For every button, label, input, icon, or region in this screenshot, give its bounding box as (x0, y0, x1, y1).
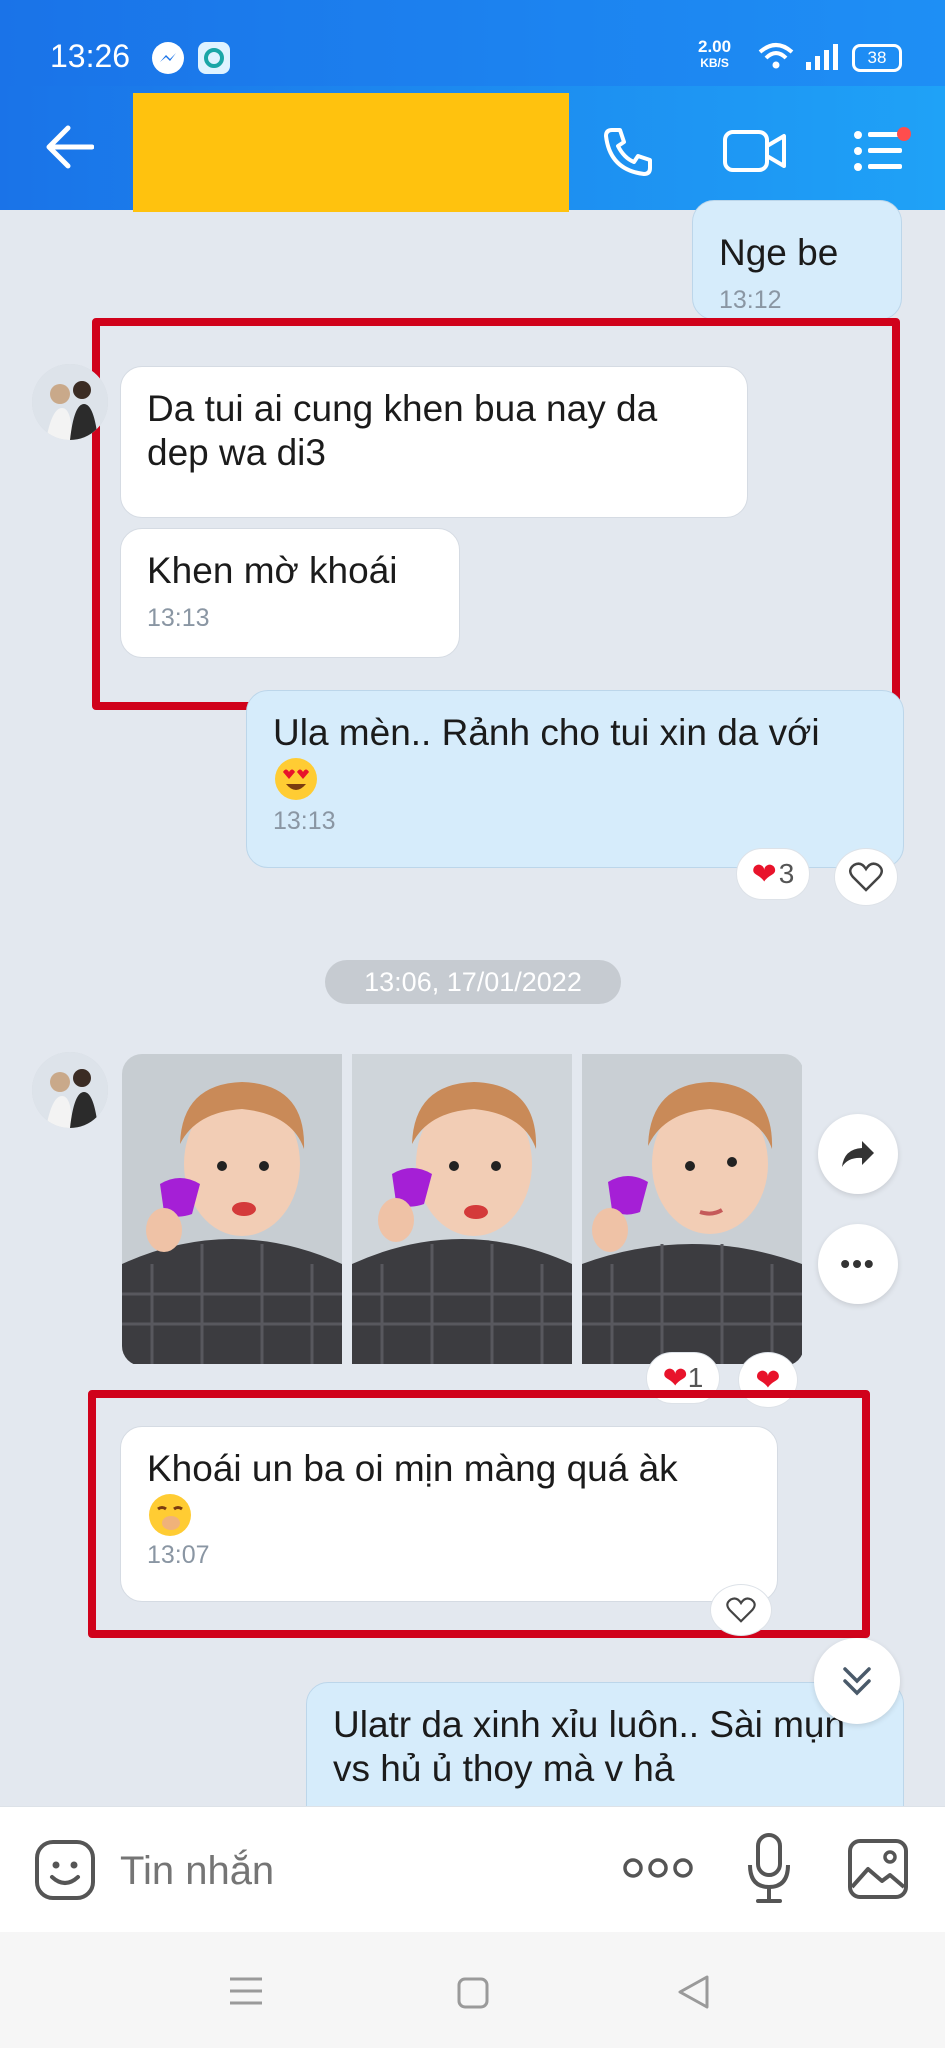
microphone-icon[interactable] (746, 1831, 792, 1910)
signal-icon (804, 42, 840, 75)
more-options-button[interactable]: ••• (818, 1224, 898, 1304)
share-arrow-icon (842, 1141, 874, 1167)
messenger-icon (152, 42, 184, 74)
system-nav-bar (0, 1932, 945, 2048)
heart-icon: ❤ (751, 857, 777, 891)
date-separator-text: 13:06, 17/01/2022 (364, 967, 582, 997)
message-incoming[interactable]: Khoái un ba oi mịn màng quá àk 13:07 (120, 1426, 778, 1602)
avatar[interactable] (32, 1052, 108, 1128)
react-button[interactable] (710, 1584, 772, 1636)
message-text: Da tui ai cung khen bua nay da dep wa di… (147, 388, 658, 473)
phone-icon[interactable] (600, 124, 656, 185)
battery-icon: 38 (852, 44, 902, 72)
message-outgoing[interactable]: Nge be 13:12 (692, 200, 902, 320)
message-text: Khoái un ba oi mịn màng quá àk (147, 1447, 751, 1538)
photo-message[interactable] (122, 1054, 804, 1366)
date-separator: 13:06, 17/01/2022 (325, 960, 621, 1004)
recent-apps-icon[interactable] (228, 1976, 264, 2011)
wifi-icon (758, 42, 794, 75)
more-options-icon[interactable] (622, 1853, 694, 1888)
heart-outline-icon (849, 862, 883, 892)
redacted-contact-name (133, 93, 569, 212)
scroll-to-bottom-button[interactable] (814, 1638, 900, 1724)
avatar[interactable] (32, 364, 108, 440)
photo-1[interactable] (122, 1054, 342, 1364)
more-dots-icon: ••• (840, 1248, 876, 1279)
message-input-bar (0, 1806, 945, 1933)
back-arrow-icon[interactable] (44, 124, 95, 175)
home-icon[interactable] (456, 1976, 490, 2015)
smirk-emoji (147, 1492, 193, 1537)
message-incoming[interactable]: Da tui ai cung khen bua nay da dep wa di… (120, 366, 748, 518)
message-text: Ulatr da xinh xỉu luôn.. Sài mụn vs hủ ủ… (333, 1704, 846, 1789)
app-notification-icon (198, 42, 230, 74)
react-button[interactable] (834, 848, 898, 906)
reaction-count-value: 3 (778, 858, 795, 889)
status-time: 13:26 (50, 38, 131, 74)
back-icon[interactable] (676, 1974, 710, 2015)
message-incoming[interactable]: Khen mờ khoái 13:13 (120, 528, 460, 658)
message-text: Ula mèn.. Rảnh cho tui xin da với (273, 711, 877, 802)
status-bar: 13:26 2.00 KB/S 38 (0, 0, 945, 86)
forward-button[interactable] (818, 1114, 898, 1194)
menu-icon[interactable] (852, 126, 912, 181)
message-time: 13:13 (147, 604, 210, 632)
heart-eyes-emoji (273, 756, 319, 801)
message-text: Nge be (719, 232, 839, 273)
reaction-count[interactable]: ❤ 3 (736, 848, 810, 900)
message-time: 13:12 (719, 286, 782, 314)
message-input[interactable] (118, 1837, 602, 1905)
photo-3[interactable] (582, 1054, 802, 1364)
image-icon[interactable] (846, 1837, 910, 1906)
heart-outline-icon (726, 1597, 756, 1623)
message-time: 13:07 (147, 1541, 210, 1570)
message-text: Khen mờ khoái (147, 550, 398, 591)
video-call-icon[interactable] (722, 126, 788, 181)
sticker-icon[interactable] (34, 1839, 96, 1906)
message-time: 13:13 (273, 807, 336, 836)
message-outgoing[interactable]: Ula mèn.. Rảnh cho tui xin da với 13:13 (246, 690, 904, 868)
photo-2[interactable] (352, 1054, 572, 1364)
network-speed: 2.00 KB/S (698, 38, 731, 72)
network-speed-unit: KB/S (700, 56, 729, 70)
double-chevron-down-icon (843, 1667, 871, 1696)
network-speed-value: 2.00 (698, 37, 732, 56)
